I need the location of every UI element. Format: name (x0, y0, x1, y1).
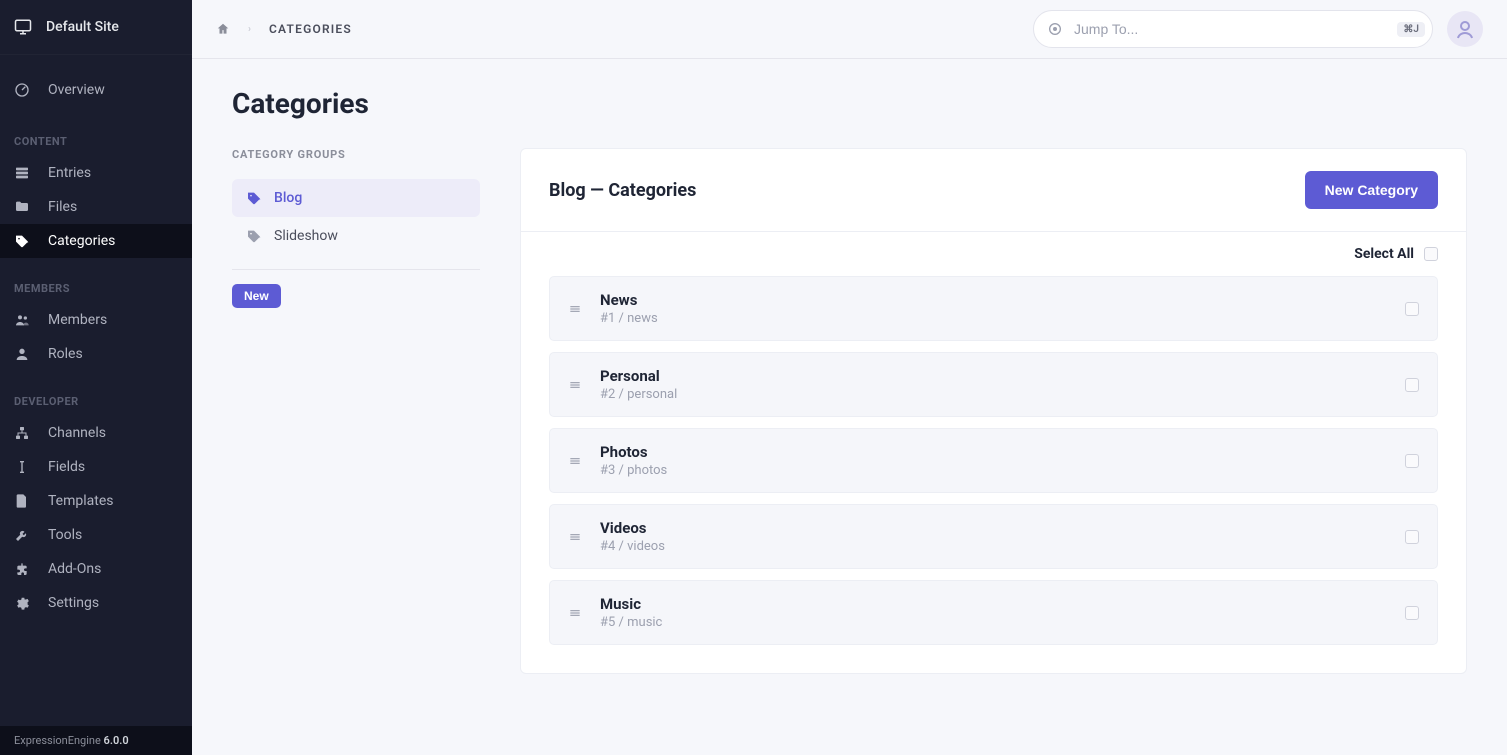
monitor-icon (14, 18, 32, 36)
sidebar-item-label: Files (48, 199, 77, 215)
divider (232, 269, 480, 270)
sidebar-item-addons[interactable]: Add-Ons (0, 552, 192, 586)
group-label: Blog (274, 190, 302, 206)
category-meta: #1 / news (600, 311, 1387, 326)
tag-icon (246, 190, 262, 206)
sidebar-item-channels[interactable]: Channels (0, 416, 192, 450)
sidebar-section-label: CONTENT (0, 107, 192, 156)
textcursor-icon (14, 459, 32, 475)
sidebar-item-label: Fields (48, 459, 85, 475)
sidebar-item-categories[interactable]: Categories (0, 224, 192, 258)
category-list: News #1 / news Personal (521, 266, 1466, 673)
list-icon (14, 165, 32, 181)
drag-handle-icon[interactable] (568, 454, 582, 468)
jump-shortcut: ⌘J (1397, 22, 1425, 37)
category-row[interactable]: Music #5 / music (549, 580, 1438, 645)
sidebar-item-label: Settings (48, 595, 99, 611)
jump-search[interactable]: ⌘J (1033, 10, 1433, 48)
site-name: Default Site (46, 19, 119, 35)
category-groups: CATEGORY GROUPS Blog Slideshow (232, 148, 480, 308)
file-icon (14, 493, 32, 509)
category-name: Personal (600, 367, 1387, 385)
sidebar-section-label: DEVELOPER (0, 371, 192, 416)
users-icon (14, 312, 32, 328)
category-name: Videos (600, 519, 1387, 537)
group-label: Slideshow (274, 228, 338, 244)
sidebar-item-label: Roles (48, 346, 83, 362)
drag-handle-icon[interactable] (568, 606, 582, 620)
avatar[interactable] (1447, 11, 1483, 47)
category-checkbox[interactable] (1405, 378, 1419, 392)
home-icon[interactable] (216, 22, 230, 36)
category-name: Music (600, 595, 1387, 613)
groups-heading: CATEGORY GROUPS (232, 148, 480, 161)
category-name: News (600, 291, 1387, 309)
sidebar-site-selector[interactable]: Default Site (0, 0, 192, 55)
sidebar-item-label: Entries (48, 165, 91, 181)
sidebar-item-label: Add-Ons (48, 561, 101, 577)
category-meta: #4 / videos (600, 539, 1387, 554)
panel-title: Blog — Categories (549, 180, 696, 201)
new-group-button[interactable]: New (232, 284, 281, 308)
sidebar-item-files[interactable]: Files (0, 190, 192, 224)
breadcrumb-current: CATEGORIES (269, 22, 352, 36)
page-title: Categories (232, 87, 1467, 120)
sidebar-item-settings[interactable]: Settings (0, 586, 192, 620)
breadcrumb: › CATEGORIES (216, 22, 352, 36)
puzzle-icon (14, 561, 32, 577)
user-icon (14, 346, 32, 362)
sidebar-item-label: Templates (48, 493, 114, 509)
dashboard-icon (14, 82, 32, 98)
crosshair-icon (1047, 21, 1063, 37)
sidebar-footer: ExpressionEngine 6.0.0 (0, 726, 192, 755)
sitemap-icon (14, 425, 32, 441)
sidebar-item-label: Tools (48, 527, 82, 543)
chevron-right-icon: › (248, 24, 251, 35)
category-checkbox[interactable] (1405, 530, 1419, 544)
group-item-blog[interactable]: Blog (232, 179, 480, 217)
sidebar-item-label: Overview (48, 82, 105, 98)
drag-handle-icon[interactable] (568, 378, 582, 392)
category-meta: #3 / photos (600, 463, 1387, 478)
drag-handle-icon[interactable] (568, 302, 582, 316)
category-checkbox[interactable] (1405, 454, 1419, 468)
sidebar-item-label: Channels (48, 425, 106, 441)
tag-icon (14, 233, 32, 249)
category-row[interactable]: Videos #4 / videos (549, 504, 1438, 569)
category-checkbox[interactable] (1405, 302, 1419, 316)
sidebar-item-overview[interactable]: Overview (0, 73, 192, 107)
select-all-label: Select All (1354, 246, 1414, 262)
sidebar-item-label: Members (48, 312, 107, 328)
group-item-slideshow[interactable]: Slideshow (232, 217, 480, 255)
sidebar-item-roles[interactable]: Roles (0, 337, 192, 371)
topbar: › CATEGORIES ⌘J (192, 0, 1507, 59)
sidebar: Default Site Overview CONTENT Entries Fi… (0, 0, 192, 755)
wrench-icon (14, 527, 32, 543)
category-checkbox[interactable] (1405, 606, 1419, 620)
sidebar-item-entries[interactable]: Entries (0, 156, 192, 190)
folder-icon (14, 199, 32, 215)
drag-handle-icon[interactable] (568, 530, 582, 544)
sidebar-item-label: Categories (48, 233, 115, 249)
jump-input[interactable] (1033, 10, 1433, 48)
category-meta: #5 / music (600, 615, 1387, 630)
category-row[interactable]: News #1 / news (549, 276, 1438, 341)
category-name: Photos (600, 443, 1387, 461)
footer-version: 6.0.0 (104, 734, 129, 747)
footer-brand: ExpressionEngine (14, 734, 101, 747)
category-row[interactable]: Photos #3 / photos (549, 428, 1438, 493)
main: › CATEGORIES ⌘J Categories (192, 0, 1507, 755)
sidebar-item-templates[interactable]: Templates (0, 484, 192, 518)
sidebar-item-members[interactable]: Members (0, 303, 192, 337)
tag-icon (246, 228, 262, 244)
category-meta: #2 / personal (600, 387, 1387, 402)
sidebar-item-tools[interactable]: Tools (0, 518, 192, 552)
categories-panel: Blog — Categories New Category Select Al… (520, 148, 1467, 674)
category-row[interactable]: Personal #2 / personal (549, 352, 1438, 417)
sidebar-section-label: MEMBERS (0, 258, 192, 303)
select-all-checkbox[interactable] (1424, 247, 1438, 261)
sidebar-item-fields[interactable]: Fields (0, 450, 192, 484)
gear-icon (14, 595, 32, 611)
new-category-button[interactable]: New Category (1305, 171, 1438, 209)
